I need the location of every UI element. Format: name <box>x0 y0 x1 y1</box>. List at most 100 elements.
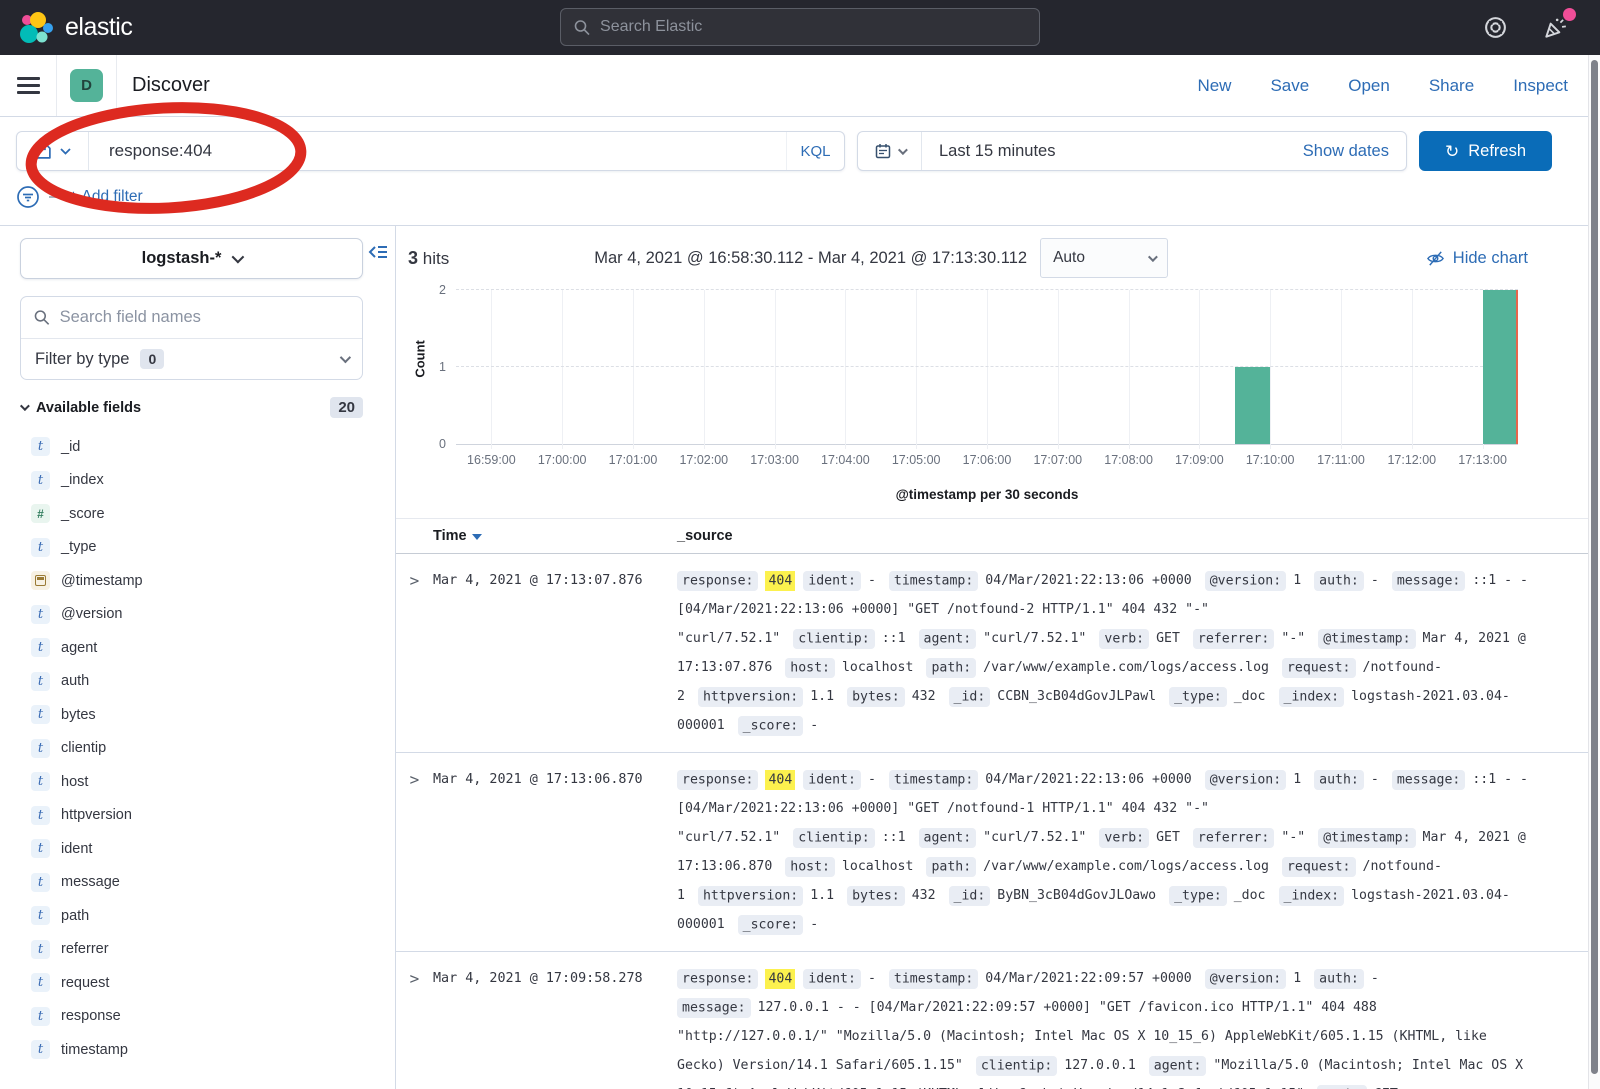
nav-action-open[interactable]: Open <box>1348 76 1390 96</box>
global-header: elastic <box>0 0 1600 55</box>
field-key-badge: agent: <box>919 828 977 848</box>
interval-select[interactable]: Auto <box>1040 238 1168 278</box>
nav-action-inspect[interactable]: Inspect <box>1513 76 1568 96</box>
string-field-icon: t <box>31 806 50 825</box>
string-field-icon: t <box>31 839 50 858</box>
field-item-ident[interactable]: tident <box>20 832 362 866</box>
field-search-group: Filter by type 0 <box>20 296 363 380</box>
field-item-request[interactable]: trequest <box>20 966 362 1000</box>
kql-syntax-button[interactable]: KQL <box>786 132 844 170</box>
help-icon[interactable] <box>1483 15 1508 40</box>
histogram-bar[interactable] <box>1483 290 1518 444</box>
hide-chart-button[interactable]: Hide chart <box>1426 249 1528 268</box>
field-value: - <box>1371 573 1379 588</box>
refresh-label: Refresh <box>1468 142 1526 161</box>
field-item-_id[interactable]: t_id <box>20 430 362 464</box>
y-axis-label: Count <box>413 329 428 389</box>
elastic-brand[interactable]: elastic <box>18 11 132 45</box>
field-value: _doc <box>1234 888 1266 903</box>
field-name: httpversion <box>61 807 132 823</box>
field-item-message[interactable]: tmessage <box>20 866 362 900</box>
vertical-gridline <box>845 290 846 449</box>
expand-document-button[interactable]: > <box>396 566 433 740</box>
field-item-bytes[interactable]: tbytes <box>20 698 362 732</box>
field-key-badge: _index: <box>1279 886 1345 906</box>
histogram-bar[interactable] <box>1235 367 1270 444</box>
vertical-gridline <box>633 290 634 449</box>
field-key-badge: _score: <box>738 716 804 736</box>
available-fields-label: Available fields <box>36 400 141 416</box>
field-item-@version[interactable]: t@version <box>20 598 362 632</box>
query-bar: KQL Last 15 minutes Show dates ↻ Refresh <box>0 117 1600 183</box>
saved-query-menu-button[interactable] <box>17 132 89 170</box>
field-item-host[interactable]: thost <box>20 765 362 799</box>
field-item-_score[interactable]: #_score <box>20 497 362 531</box>
nav-action-save[interactable]: Save <box>1270 76 1309 96</box>
field-item-agent[interactable]: tagent <box>20 631 362 665</box>
field-item-httpversion[interactable]: t httpversion <box>20 799 362 833</box>
nav-action-new[interactable]: New <box>1197 76 1231 96</box>
filter-by-type-toggle[interactable]: Filter by type 0 <box>21 338 362 379</box>
refresh-button[interactable]: ↻ Refresh <box>1419 131 1552 171</box>
number-field-icon: # <box>31 504 50 523</box>
field-item-_type[interactable]: t_type <box>20 531 362 565</box>
field-value: localhost <box>842 859 913 874</box>
x-tick-label: 17:08:00 <box>1104 453 1153 467</box>
show-dates-button[interactable]: Show dates <box>1303 142 1406 161</box>
document-time: Mar 4, 2021 @ 17:09:58.278 <box>433 964 677 1089</box>
vertical-gridline <box>1129 290 1130 449</box>
document-row: >Mar 4, 2021 @ 17:13:06.870response:404i… <box>396 753 1600 952</box>
field-key-badge: verb: <box>1317 1085 1367 1089</box>
expand-document-button[interactable]: > <box>396 765 433 939</box>
menu-button[interactable] <box>0 55 57 116</box>
page-title: Discover <box>132 74 210 97</box>
time-column-header[interactable]: Time <box>433 528 677 544</box>
field-item-timestamp[interactable]: ttimestamp <box>20 1033 362 1067</box>
available-fields-header[interactable]: Available fields 20 <box>20 397 363 418</box>
field-name: _type <box>61 539 96 555</box>
index-pattern-switcher[interactable]: logstash-* <box>20 238 363 279</box>
hide-chart-label: Hide chart <box>1453 249 1528 268</box>
document-source: response:404ident:-timestamp:04/Mar/2021… <box>677 765 1600 939</box>
filter-funnel-icon[interactable] <box>16 185 40 209</box>
field-item-@timestamp[interactable]: @timestamp <box>20 564 362 598</box>
date-picker: Last 15 minutes Show dates <box>857 131 1407 171</box>
add-filter-button[interactable]: + Add filter <box>69 188 143 206</box>
space-badge-cell[interactable]: D <box>57 55 117 116</box>
query-input[interactable] <box>89 141 786 161</box>
field-item-_index[interactable]: t_index <box>20 464 362 498</box>
quick-select-menu-button[interactable] <box>858 132 922 170</box>
field-key-badge: bytes: <box>847 886 905 906</box>
field-value: 04/Mar/2021:22:09:57 +0000 <box>985 971 1191 986</box>
field-search-input[interactable] <box>60 308 349 327</box>
field-key-badge: clientip: <box>793 828 874 848</box>
field-name: @timestamp <box>61 573 143 589</box>
scrollbar-thumb[interactable] <box>1591 60 1598 1074</box>
hits-bar: 3 hits Mar 4, 2021 @ 16:58:30.112 - Mar … <box>396 238 1600 278</box>
field-search[interactable] <box>21 297 362 338</box>
time-range-value[interactable]: Last 15 minutes <box>922 142 1303 161</box>
nav-action-share[interactable]: Share <box>1429 76 1474 96</box>
global-search-input[interactable] <box>600 18 1026 36</box>
field-item-clientip[interactable]: tclientip <box>20 732 362 766</box>
global-search[interactable] <box>560 8 1040 46</box>
newsfeed-button[interactable] <box>1542 15 1568 41</box>
vertical-gridline <box>562 290 563 449</box>
field-item-path[interactable]: tpath <box>20 899 362 933</box>
vertical-gridline <box>1412 290 1413 449</box>
expand-document-button[interactable]: > <box>396 964 433 1089</box>
field-value: 1 <box>1293 772 1301 787</box>
x-tick-label: 17:01:00 <box>609 453 658 467</box>
field-item-referrer[interactable]: treferrer <box>20 933 362 967</box>
field-item-auth[interactable]: tauth <box>20 665 362 699</box>
scrollbar-track[interactable] <box>1588 55 1600 1089</box>
field-value: 432 <box>912 689 936 704</box>
field-item-response[interactable]: tresponse <box>20 1000 362 1034</box>
field-name: agent <box>61 640 97 656</box>
collapse-sidebar-icon[interactable] <box>368 243 388 261</box>
string-field-icon: t <box>31 873 50 892</box>
field-value: "-" <box>1281 631 1305 646</box>
source-column-header: _source <box>677 528 733 544</box>
x-tick-label: 17:07:00 <box>1033 453 1082 467</box>
field-value: 1 <box>1293 573 1301 588</box>
